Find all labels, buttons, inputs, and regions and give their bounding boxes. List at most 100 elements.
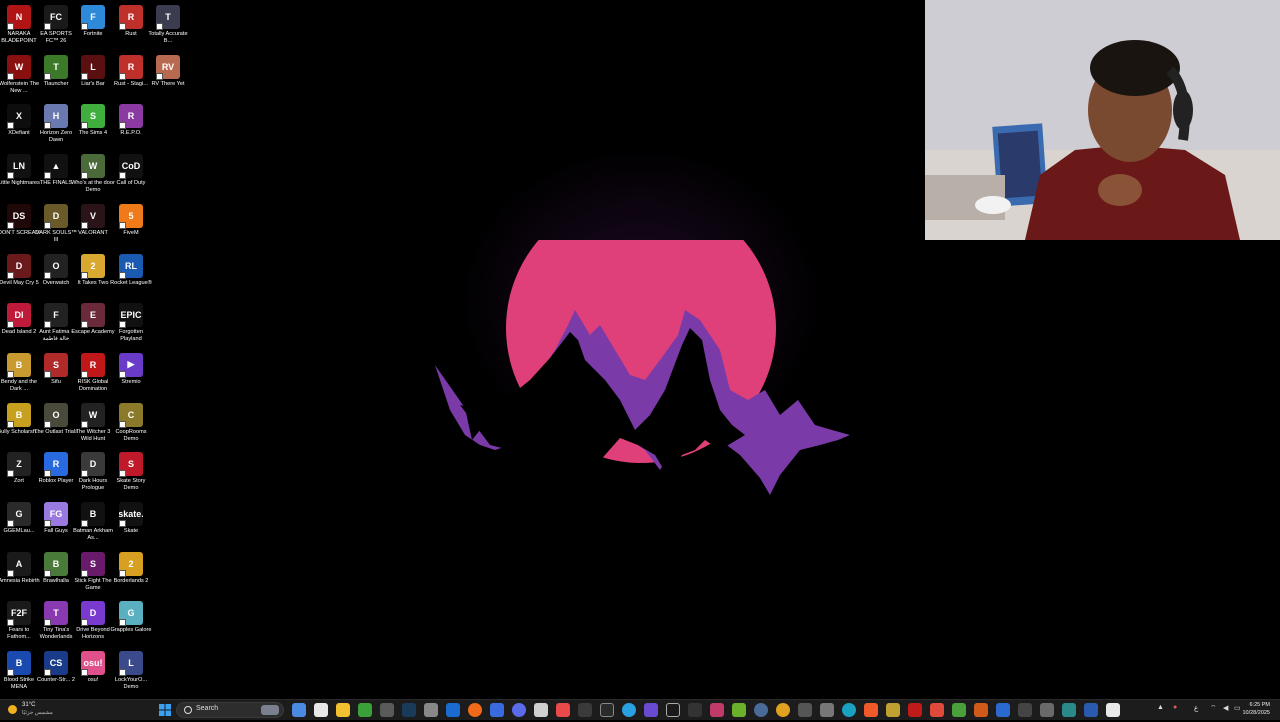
outlook-icon[interactable]: [446, 703, 460, 717]
desktop-shortcut[interactable]: A Amnesia Rebirth: [0, 549, 40, 597]
tray-language[interactable]: ع: [1194, 704, 1198, 712]
desktop-shortcut[interactable]: T Tlauncher: [37, 52, 75, 100]
desktop-shortcut[interactable]: N NARAKA BLADEPOINT: [0, 2, 38, 50]
desktop-shortcut[interactable]: ▲ THE FINALS: [37, 151, 75, 199]
desktop-shortcut[interactable]: osu! osu!: [74, 648, 112, 696]
desktop-shortcut[interactable]: DS DON'T SCREAM: [0, 201, 40, 249]
desktop-shortcut[interactable]: S Sifu: [37, 350, 75, 398]
desktop-shortcut[interactable]: H Horizon Zero Dawn: [37, 101, 75, 149]
document-icon[interactable]: [1106, 703, 1120, 717]
start-button[interactable]: [158, 703, 172, 717]
desktop-shortcut[interactable]: O Overwatch: [37, 251, 75, 299]
desktop-shortcut[interactable]: E Escape Academy: [71, 300, 115, 348]
desktop-shortcut[interactable]: G Grapples Galore: [110, 598, 152, 646]
weather-widget[interactable]: 31°C مشمس جزئيًا: [6, 702, 66, 719]
tray-mic-icon[interactable]: ●: [1173, 704, 1177, 711]
desktop-shortcut[interactable]: FG Fall Guys: [37, 499, 75, 547]
desktop-shortcut[interactable]: D Devil May Cry 5: [0, 251, 39, 299]
desktop-shortcut[interactable]: D DARK SOULS™ III: [35, 201, 77, 249]
app-badge-icon[interactable]: [556, 703, 570, 717]
desktop-shortcut[interactable]: W Who's at the door Demo: [71, 151, 115, 199]
desktop-shortcut[interactable]: D Dark Hours Prologue: [74, 449, 112, 497]
word-icon[interactable]: [1084, 703, 1098, 717]
desktop-shortcut[interactable]: B Bully Scholarsh...: [0, 400, 41, 448]
discord-icon[interactable]: [512, 703, 526, 717]
desktop-shortcut[interactable]: X XDefiant: [0, 101, 38, 149]
desktop-shortcut[interactable]: W Wolfenstein The New ...: [0, 52, 39, 100]
capture-icon[interactable]: [798, 703, 812, 717]
xbox-icon[interactable]: [358, 703, 372, 717]
desktop-shortcut[interactable]: L Liar's Bar: [74, 52, 112, 100]
desktop-shortcut[interactable]: O The Outlast Trials: [34, 400, 78, 448]
desktop-shortcut[interactable]: skate. Skate: [112, 499, 150, 547]
media-player-icon[interactable]: [754, 703, 768, 717]
desktop-shortcut[interactable]: S Skate Story Demo: [112, 449, 150, 497]
desktop-shortcut[interactable]: F2F Fears to Fathom...: [0, 598, 38, 646]
desktop-shortcut[interactable]: R R.E.P.O.: [112, 101, 150, 149]
desktop-shortcut[interactable]: B Brawlhalla: [37, 549, 75, 597]
desktop-shortcut[interactable]: R RISK Global Domination: [74, 350, 112, 398]
settings-icon[interactable]: [424, 703, 438, 717]
tray-chevron-up-icon[interactable]: ▲: [1157, 704, 1164, 711]
app-dark-icon[interactable]: [1018, 703, 1032, 717]
widgets-icon[interactable]: [314, 703, 328, 717]
taskbar-search-input[interactable]: Search: [176, 702, 284, 718]
tray-volume-icon[interactable]: ◀: [1223, 704, 1228, 712]
app-x-icon[interactable]: [886, 703, 900, 717]
desktop-shortcut[interactable]: T Tiny Tina's Wonderlands: [37, 598, 75, 646]
desktop-shortcut[interactable]: 5 FiveM: [112, 201, 150, 249]
app-red-icon[interactable]: [908, 703, 922, 717]
desktop-shortcut[interactable]: Z Zort: [0, 449, 38, 497]
edge-icon[interactable]: [842, 703, 856, 717]
desktop-shortcut[interactable]: FC EA SPORTS FC™ 26: [37, 2, 75, 50]
chrome-icon[interactable]: [776, 703, 790, 717]
desktop-shortcut[interactable]: R Rust - Stagi...: [112, 52, 150, 100]
desktop-shortcut[interactable]: W The Witcher 3 Wild Hunt: [74, 400, 112, 448]
desktop-shortcut[interactable]: D Drive Beyond Horizons: [74, 598, 112, 646]
desktop-shortcut[interactable]: RV RV There Yet: [149, 52, 187, 100]
desktop-shortcut[interactable]: B Bendy and the Dark ...: [0, 350, 38, 398]
desktop-shortcut[interactable]: CoD Call of Duty: [112, 151, 150, 199]
nvidia-icon[interactable]: [732, 703, 746, 717]
desktop-shortcut[interactable]: 2 It Takes Two: [74, 251, 112, 299]
desktop-shortcut[interactable]: 2 Borderlands 2: [112, 549, 150, 597]
desktop-shortcut[interactable]: EPIC Forgotten Playland: [112, 300, 150, 348]
desktop-shortcut[interactable]: L LockYourO... Demo: [112, 648, 150, 696]
desktop-shortcut[interactable]: RL Rocket League®: [110, 251, 152, 299]
minecraft-icon[interactable]: [952, 703, 966, 717]
tools-icon[interactable]: [820, 703, 834, 717]
desktop-shortcut[interactable]: R Rust: [112, 2, 150, 50]
desktop-shortcut[interactable]: B Batman Arkham As...: [73, 499, 113, 547]
tips-icon[interactable]: [380, 703, 394, 717]
app-gear-icon[interactable]: [996, 703, 1010, 717]
desktop-shortcut[interactable]: F Aunt Fatima - خالة فاطمة: [37, 300, 75, 348]
snipping-tool-icon[interactable]: [710, 703, 724, 717]
desktop-shortcut[interactable]: R Roblox Player: [37, 449, 75, 497]
capcut-icon[interactable]: [666, 703, 680, 717]
desktop-shortcut[interactable]: ▶ Stremio: [112, 350, 150, 398]
desktop-shortcut[interactable]: T Totally Accurate B...: [148, 2, 188, 50]
taskbar-clock[interactable]: 6:25 PM 10/28/2025: [1230, 701, 1270, 717]
desktop-shortcut[interactable]: V VALORANT: [74, 201, 112, 249]
desktop-shortcut[interactable]: S The Sims 4: [74, 101, 112, 149]
file-explorer-icon[interactable]: [336, 703, 350, 717]
steam-icon[interactable]: [402, 703, 416, 717]
obs-icon[interactable]: [600, 703, 614, 717]
store-icon[interactable]: [490, 703, 504, 717]
desktop-shortcut[interactable]: LN Little Nightmares: [0, 151, 40, 199]
app-teal-icon[interactable]: [1062, 703, 1076, 717]
app-orange-icon[interactable]: [974, 703, 988, 717]
desktop-shortcut[interactable]: F Fortnite: [74, 2, 112, 50]
firefox-icon[interactable]: [468, 703, 482, 717]
desktop-shortcut[interactable]: C CoopRooms Demo: [112, 400, 150, 448]
desktop-shortcut[interactable]: DI Dead Island 2: [0, 300, 38, 348]
tray-wifi-icon[interactable]: ⌔: [1210, 704, 1217, 713]
launcher-icon[interactable]: [644, 703, 658, 717]
brave-icon[interactable]: [864, 703, 878, 717]
telegram-icon[interactable]: [622, 703, 636, 717]
home-icon[interactable]: [1040, 703, 1054, 717]
notepad-icon[interactable]: [534, 703, 548, 717]
task-view-icon[interactable]: [292, 703, 306, 717]
desktop-shortcut[interactable]: G GGEMLau...: [0, 499, 38, 547]
game-icon[interactable]: [930, 703, 944, 717]
